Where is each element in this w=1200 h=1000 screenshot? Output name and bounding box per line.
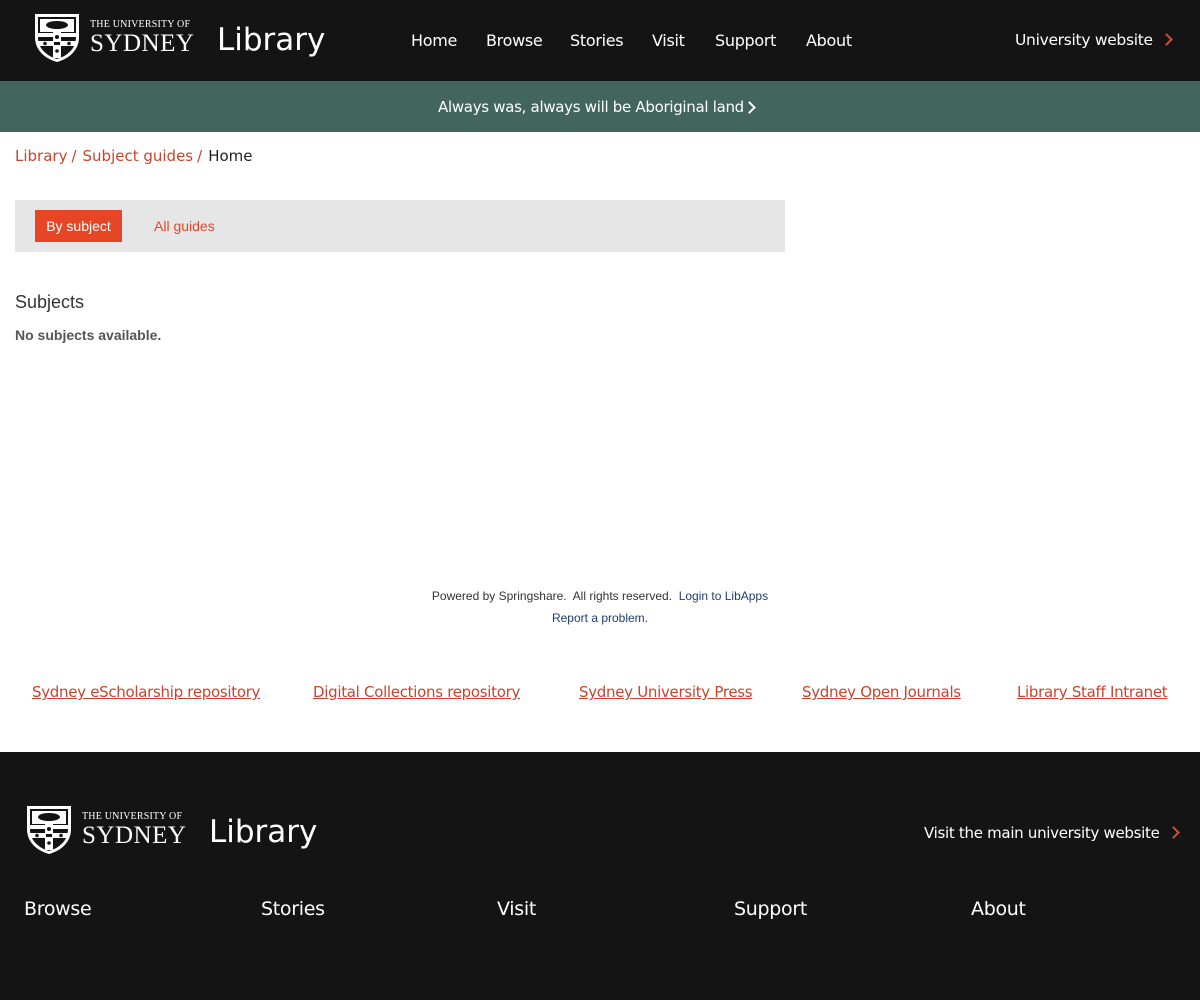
visit-main-website-link[interactable]: Visit the main university website bbox=[924, 824, 1180, 842]
nav-home[interactable]: Home bbox=[411, 31, 457, 50]
rights-text: All rights reserved. bbox=[572, 589, 673, 603]
guide-tabs: By subject All guides bbox=[15, 200, 785, 252]
login-libapps-link[interactable]: Login to LibApps bbox=[679, 589, 768, 603]
banner-text: Always was, always will be Aboriginal la… bbox=[438, 98, 744, 116]
breadcrumb-current: Home bbox=[208, 147, 253, 165]
chevron-right-icon bbox=[1166, 826, 1180, 839]
wordmark-big: SYDNEY bbox=[82, 822, 187, 849]
breadcrumb-library[interactable]: Library bbox=[15, 147, 67, 165]
powered-by-text: Powered by Springshare. bbox=[431, 589, 567, 603]
acknowledgement-banner[interactable]: Always was, always will be Aboriginal la… bbox=[0, 81, 1200, 132]
nav-stories[interactable]: Stories bbox=[570, 31, 624, 50]
nav-support[interactable]: Support bbox=[715, 31, 776, 50]
nav-about[interactable]: About bbox=[806, 31, 852, 50]
wordmark-small: THE UNIVERSITY OF bbox=[90, 19, 191, 30]
wordmark-big: SYDNEY bbox=[90, 30, 195, 57]
breadcrumb-separator: / bbox=[71, 147, 77, 165]
report-problem-link[interactable]: Report a problem. bbox=[552, 611, 648, 625]
footer-nav-stories[interactable]: Stories bbox=[261, 898, 325, 920]
chevron-right-icon bbox=[743, 101, 756, 114]
link-digital-collections[interactable]: Digital Collections repository bbox=[313, 683, 520, 701]
subjects-heading: Subjects bbox=[15, 292, 85, 312]
tab-all-guides[interactable]: All guides bbox=[154, 218, 215, 234]
nav-visit[interactable]: Visit bbox=[652, 31, 685, 50]
footer-nav-about[interactable]: About bbox=[971, 898, 1026, 920]
springshare-footer: Powered by Springshare. All rights reser… bbox=[0, 585, 1200, 629]
university-crest-icon[interactable] bbox=[32, 11, 82, 63]
library-title[interactable]: Library bbox=[217, 22, 325, 58]
university-wordmark[interactable]: THE UNIVERSITY OF SYDNEY bbox=[90, 19, 195, 57]
site-header: THE UNIVERSITY OF SYDNEY Library Home Br… bbox=[0, 0, 1200, 81]
footer-nav-visit[interactable]: Visit bbox=[497, 898, 536, 920]
link-university-press[interactable]: Sydney University Press bbox=[579, 683, 753, 701]
link-staff-intranet[interactable]: Library Staff Intranet bbox=[1017, 683, 1168, 701]
tab-by-subject[interactable]: By subject bbox=[35, 210, 122, 242]
footer-nav-browse[interactable]: Browse bbox=[24, 898, 92, 920]
breadcrumb-separator: / bbox=[197, 147, 203, 165]
link-escholarship[interactable]: Sydney eScholarship repository bbox=[32, 683, 260, 701]
footer-nav-support[interactable]: Support bbox=[734, 898, 807, 920]
empty-subjects-message: No subjects available. bbox=[15, 327, 162, 343]
site-footer: THE UNIVERSITY OF SYDNEY Library Visit t… bbox=[0, 752, 1200, 1000]
university-crest-icon[interactable] bbox=[24, 803, 74, 855]
library-title[interactable]: Library bbox=[209, 814, 317, 850]
link-open-journals[interactable]: Sydney Open Journals bbox=[802, 683, 961, 701]
chevron-right-icon bbox=[1159, 33, 1173, 46]
breadcrumb: Library / Subject guides / Home bbox=[15, 147, 252, 165]
university-website-label: University website bbox=[1015, 31, 1153, 49]
university-website-link[interactable]: University website bbox=[1015, 31, 1173, 49]
wordmark-small: THE UNIVERSITY OF bbox=[82, 811, 183, 822]
nav-browse[interactable]: Browse bbox=[486, 31, 543, 50]
visit-main-website-label: Visit the main university website bbox=[924, 824, 1160, 842]
breadcrumb-subject-guides[interactable]: Subject guides bbox=[83, 147, 194, 165]
university-wordmark[interactable]: THE UNIVERSITY OF SYDNEY bbox=[82, 811, 187, 849]
